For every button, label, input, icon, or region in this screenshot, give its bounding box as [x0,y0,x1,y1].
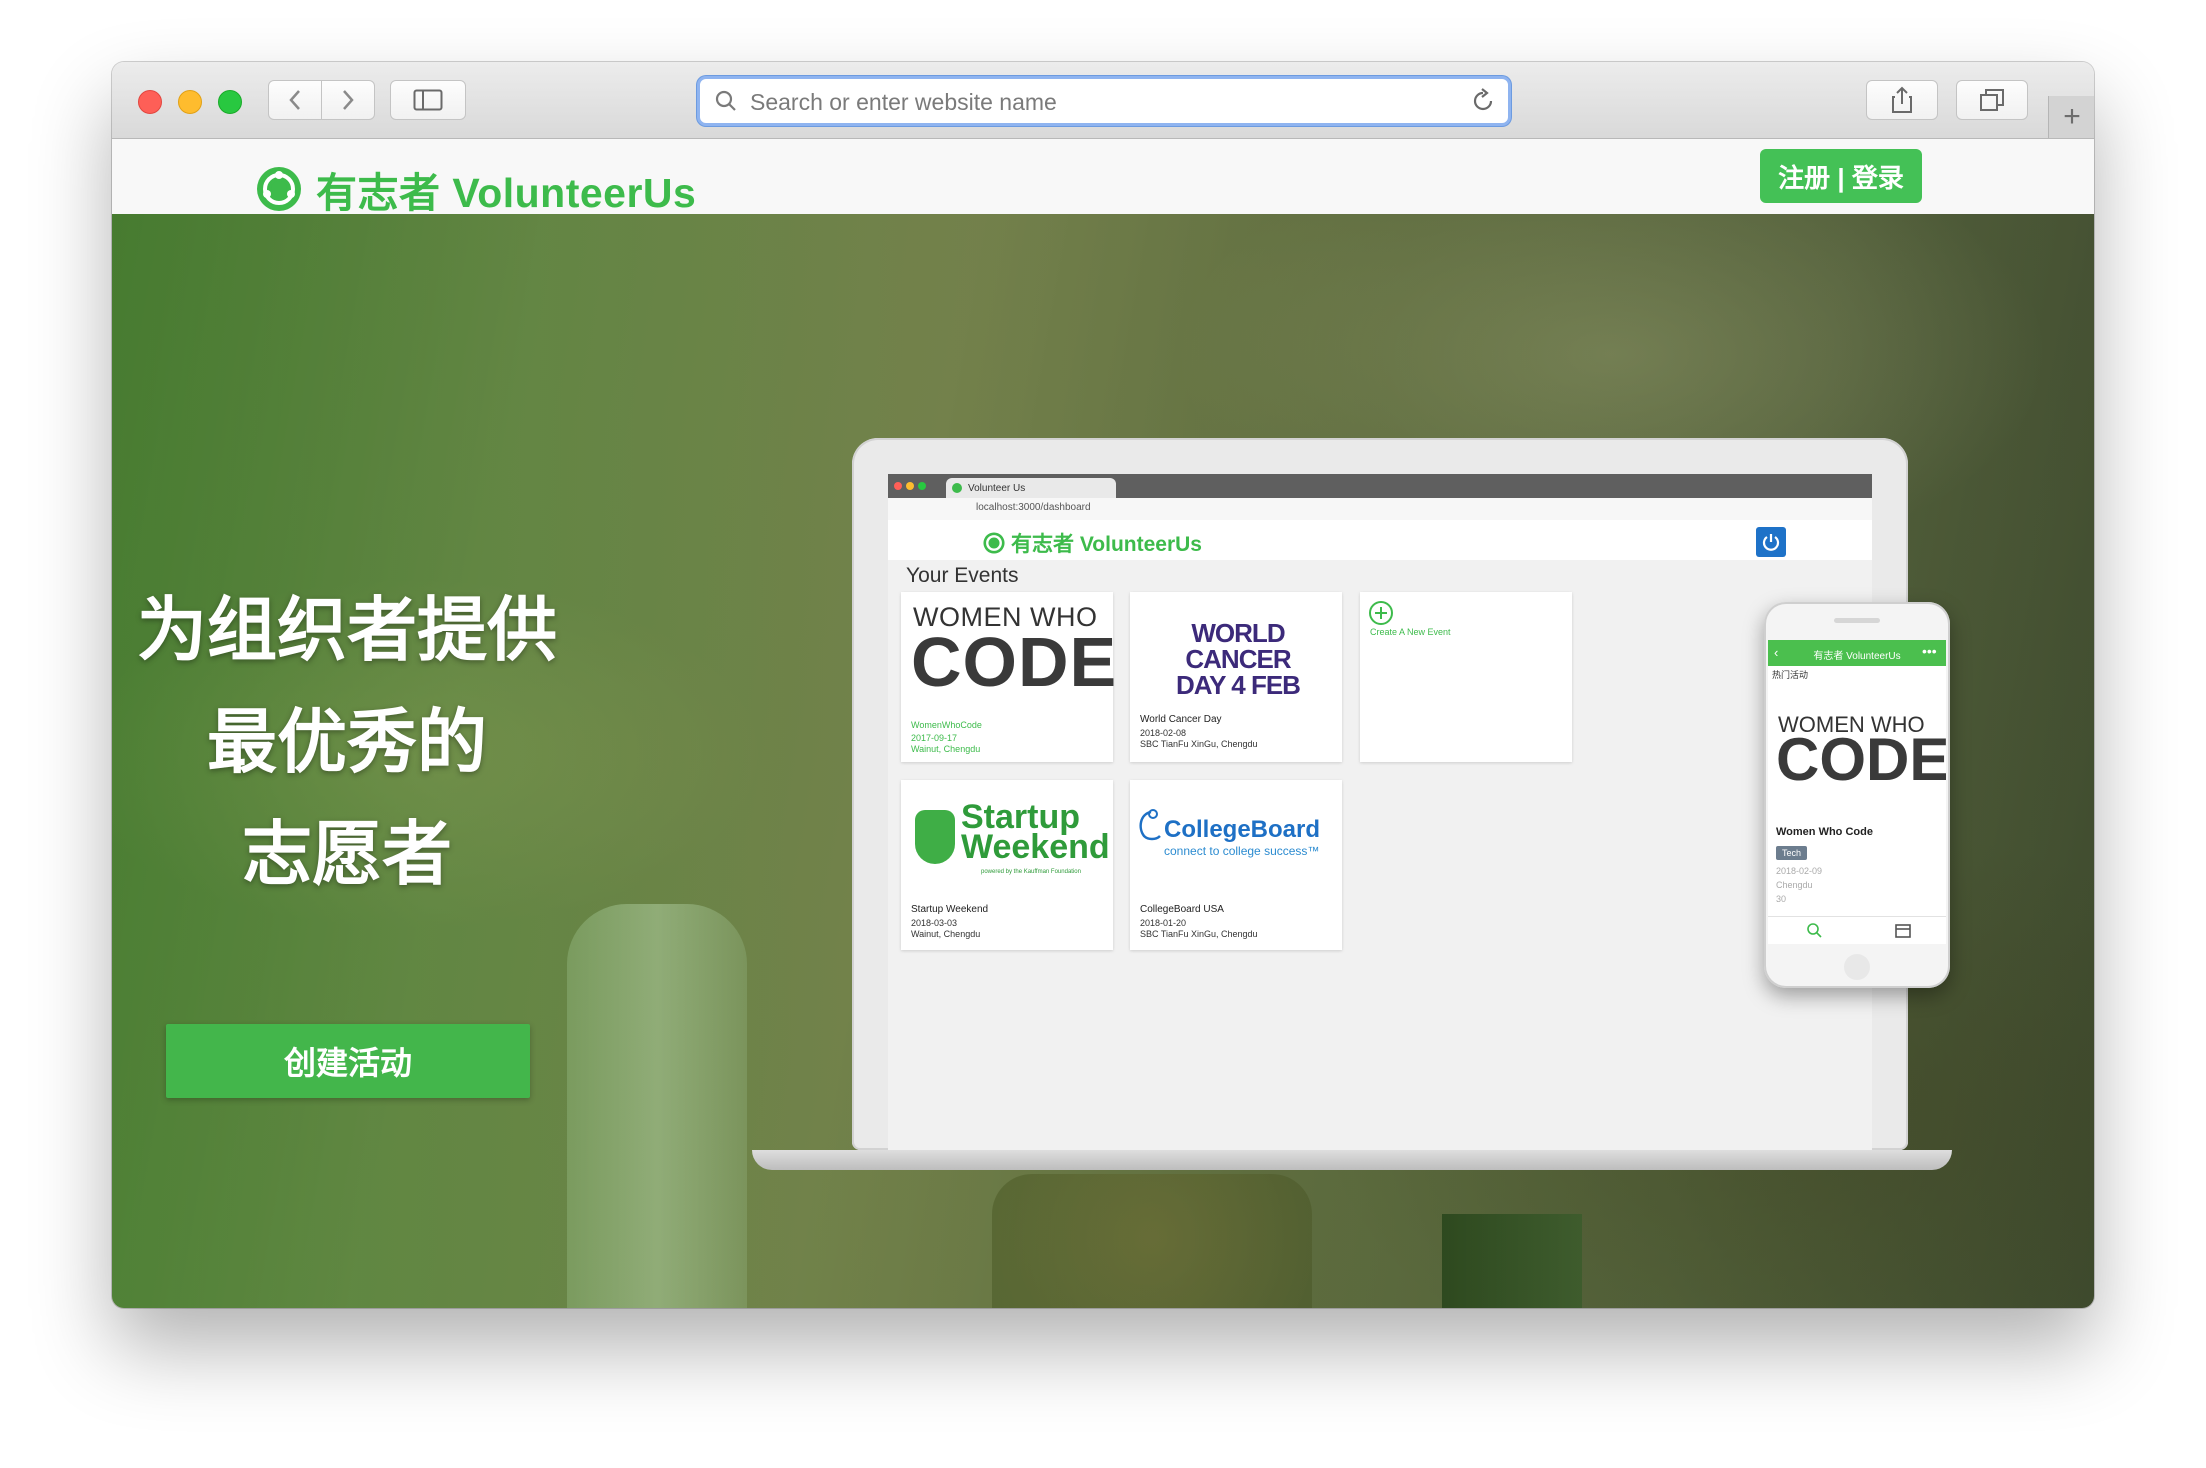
minimize-window-button[interactable] [178,90,202,114]
plus-icon: + [2063,100,2081,133]
volunteerus-logo-icon [257,167,301,211]
event-logo-subtitle: powered by the Kauffman Foundation [981,869,1081,875]
reload-icon[interactable] [1470,87,1496,115]
phone-event-location: Chengdu [1776,880,1813,890]
inner-brand: 有志者 VolunteerUs [982,528,1202,558]
event-location: SBC TianFu XinGu, Chengdu [1140,929,1258,939]
event-name: WomenWhoCode [911,720,982,730]
event-logo-line: Weekend [961,828,1110,866]
event-location: Wainut, Chengdu [911,744,981,754]
address-input[interactable] [748,85,1452,119]
event-name: CollegeBoard USA [1140,904,1224,915]
new-tab-button[interactable]: + [2048,96,2094,138]
create-event-label: Create A New Event [1370,627,1451,637]
register-login-button[interactable]: 注册 | 登录 [1760,149,1922,203]
phone-mockup: ‹ 有志者 VolunteerUs ••• 热门活动 WOMEN WHO COD… [1764,602,1950,988]
create-event-card: Create A New Event [1360,592,1572,762]
sidebar-button[interactable] [390,80,466,120]
event-logo-text: CODE [911,623,1118,701]
event-logo-line: WORLD CANCER [1185,618,1291,674]
background-jar [992,1174,1312,1308]
calendar-tab-icon [1895,924,1911,938]
site-logo[interactable]: 有志者 VolunteerUs [254,159,696,219]
hero-section: 为组织者提供 最优秀的 志愿者 创建活动 Volunteer Us localh… [112,214,2094,1308]
collegeboard-acorn-icon [1139,809,1161,841]
plus-circle-icon [1369,601,1393,625]
inner-minimize-dot [906,482,914,490]
flask-icon [915,810,955,864]
phone-speaker [1834,618,1880,623]
event-card: Startup Weekend powered by the Kauffman … [901,780,1113,950]
share-icon [1892,86,1912,113]
logout-button [1756,527,1786,557]
event-logo-subtitle: connect to college success™ [1164,844,1320,858]
event-logo-text: Startup Weekend [961,800,1110,866]
forward-button[interactable] [321,80,375,120]
phone-nav-title: 有志者 VolunteerUs [1813,651,1901,662]
site-header: 有志者 VolunteerUs 注册 | 登录 [112,139,2094,216]
event-logo-line: DAY 4 FEB [1176,670,1301,700]
hero-headline: 为组织者提供 最优秀的 志愿者 [112,574,582,910]
zoom-window-button[interactable] [218,90,242,114]
phone-section-title: 热门活动 [1772,670,1809,680]
tabs-overview-button[interactable] [1956,80,2028,120]
tabs-icon [1980,89,2004,111]
search-tab-icon [1807,923,1822,938]
browser-window: + 有志者 VolunteerUs 注册 | 登录 为组织者提供 最优秀的 志愿… [112,62,2094,1308]
inner-tab-title: Volunteer Us [968,482,1026,494]
background-bottle [567,904,747,1308]
inner-url: localhost:3000/dashboard [976,502,1091,513]
phone-event-logo-text: CODE [1776,726,1946,793]
inner-close-dot [894,482,902,490]
laptop-screen: Volunteer Us localhost:3000/dashboard 有志… [888,474,1872,1150]
power-icon [1762,534,1780,551]
more-dots-icon: ••• [1922,643,1937,659]
phone-event-tag: Tech [1776,846,1808,860]
inner-address-bar: localhost:3000/dashboard [888,498,1872,521]
event-name: World Cancer Day [1140,714,1222,725]
search-icon [715,90,736,111]
phone-home-button [1844,954,1870,980]
event-card: CollegeBoard connect to college success™… [1130,780,1342,950]
chevron-left-icon [289,90,300,110]
hero-headline-line: 志愿者 [242,815,452,893]
inner-brand-name: 有志者 VolunteerUs [1011,533,1202,556]
event-name: Startup Weekend [911,904,989,915]
phone-tab-bar [1768,916,1946,944]
inner-app-header: 有志者 VolunteerUs [888,520,1872,560]
laptop-mockup: Volunteer Us localhost:3000/dashboard 有志… [852,438,1908,1150]
chevron-right-icon [343,90,354,110]
hero-headline-line: 为组织者提供 [137,591,557,669]
event-location: SBC TianFu XinGu, Chengdu [1140,739,1258,749]
phone-screen: ‹ 有志者 VolunteerUs ••• 热门活动 WOMEN WHO COD… [1768,640,1946,944]
phone-event-count: 30 [1776,894,1787,904]
phone-event-date: 2018-02-09 [1776,866,1823,876]
laptop-base [752,1150,1952,1170]
inner-zoom-dot [918,482,926,490]
inner-browser-tab: Volunteer Us [946,478,1116,498]
inner-browser-tabstrip: Volunteer Us [888,474,1872,498]
phone-event-title: Women Who Code [1776,826,1873,838]
address-bar[interactable] [697,76,1511,126]
event-logo-text: WORLD CANCER DAY 4 FEB [1140,620,1336,698]
event-card: WOMEN WHO CODE WomenWhoCode 2017-09-17 W… [901,592,1116,762]
phone-nav-bar: ‹ 有志者 VolunteerUs ••• [1768,640,1946,666]
background-pen-cup [1442,1214,1582,1308]
event-logo-text: CollegeBoard [1164,816,1321,843]
hero-headline-line: 最优秀的 [207,703,487,781]
tab-favicon-icon [952,483,962,493]
event-location: Wainut, Chengdu [911,929,981,939]
create-event-button[interactable]: 创建活动 [166,1024,530,1098]
browser-toolbar: + [112,62,2094,139]
event-card: WORLD CANCER DAY 4 FEB World Cancer Day … [1130,592,1342,762]
volunteerus-logo-icon [983,532,1005,554]
brand-name: 有志者 VolunteerUs [316,170,697,216]
your-events-heading: Your Events [906,564,1019,587]
share-button[interactable] [1866,80,1938,120]
close-window-button[interactable] [138,90,162,114]
sidebar-icon [413,89,443,111]
back-button[interactable] [268,80,322,120]
